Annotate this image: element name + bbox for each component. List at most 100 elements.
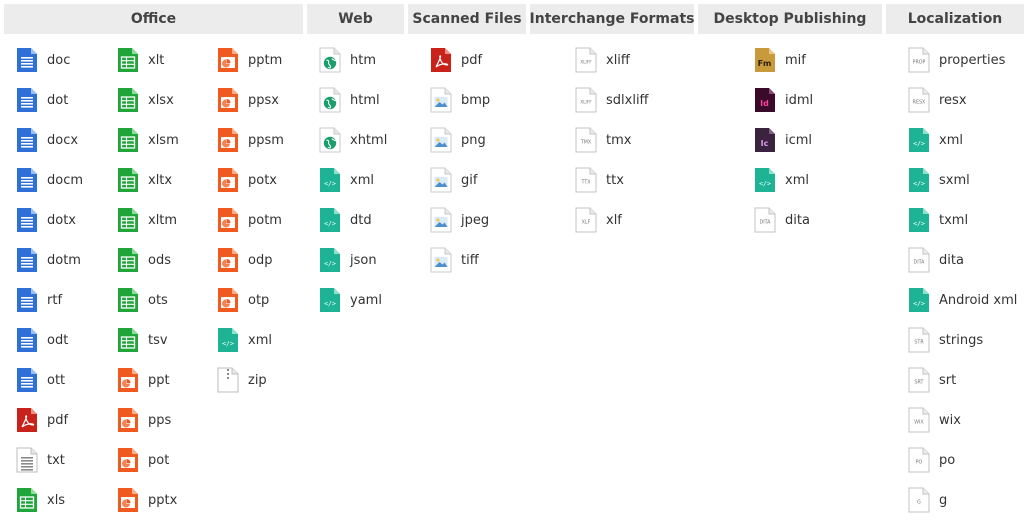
format-label: potx xyxy=(248,172,277,188)
format-item-pdf: pdf xyxy=(430,40,490,80)
format-column: pptm ppsx ppsm potx potm odp otp </> xml zip xyxy=(217,40,284,400)
format-label: xml xyxy=(248,332,272,348)
format-item-pps: pps xyxy=(117,400,179,440)
format-item-docm: docm xyxy=(16,160,83,200)
presentation-icon xyxy=(117,447,139,473)
spreadsheet-icon xyxy=(117,327,139,353)
format-label: dotx xyxy=(47,212,76,228)
format-item-dtd: </> dtd xyxy=(319,200,387,240)
format-column: XLIFF xliff XLIFF sdlxliff TMX tmx TTX ttx XLF xl… xyxy=(575,40,649,240)
format-label: jpeg xyxy=(461,212,490,228)
spreadsheet-icon xyxy=(117,247,139,273)
format-item-docx: docx xyxy=(16,120,83,160)
image-file-icon xyxy=(430,207,452,233)
format-item-xlsm: xlsm xyxy=(117,120,179,160)
format-column: htm html xhtml </> xml </> dtd </> json </> yaml xyxy=(319,40,387,320)
labeled-file-icon: PROP xyxy=(908,47,930,73)
format-label: pptx xyxy=(148,492,178,508)
format-item-gif: gif xyxy=(430,160,490,200)
svg-text:</>: </> xyxy=(759,180,771,188)
format-label: sxml xyxy=(939,172,970,188)
format-item-xml: </> xml xyxy=(319,160,387,200)
format-item-ppsm: ppsm xyxy=(217,120,284,160)
format-label: rtf xyxy=(47,292,63,308)
format-label: xml xyxy=(785,172,809,188)
svg-text:</>: </> xyxy=(222,340,234,348)
labeled-file-icon: PO xyxy=(908,447,930,473)
image-file-icon xyxy=(430,167,452,193)
pdf-icon xyxy=(16,407,38,433)
format-item-ppsx: ppsx xyxy=(217,80,284,120)
format-item-ppt: ppt xyxy=(117,360,179,400)
svg-text:PROP: PROP xyxy=(913,60,926,66)
format-label: idml xyxy=(785,92,814,108)
format-item-mif: Fm mif xyxy=(754,40,813,80)
format-item-sdlxliff: XLIFF sdlxliff xyxy=(575,80,649,120)
format-item-htm: htm xyxy=(319,40,387,80)
format-label: ppsm xyxy=(248,132,284,148)
format-item-txml: </> txml xyxy=(908,200,1017,240)
svg-text:</>: </> xyxy=(913,140,925,148)
format-label: pptm xyxy=(248,52,283,68)
format-label: dtd xyxy=(350,212,372,228)
presentation-icon xyxy=(217,167,239,193)
format-label: xhtml xyxy=(350,132,388,148)
format-label: xlsm xyxy=(148,132,179,148)
format-label: otp xyxy=(248,292,270,308)
code-file-icon: </> xyxy=(908,127,930,153)
format-label: pps xyxy=(148,412,172,428)
spreadsheet-icon xyxy=(117,207,139,233)
format-label: srt xyxy=(939,372,957,388)
format-label: ods xyxy=(148,252,171,268)
format-item-odt: odt xyxy=(16,320,83,360)
code-file-icon: </> xyxy=(908,167,930,193)
format-item-dot: dot xyxy=(16,80,83,120)
web-globe-icon xyxy=(319,47,341,73)
indesign-icon: Id xyxy=(754,87,776,113)
labeled-file-icon: XLF xyxy=(575,207,597,233)
format-label: xls xyxy=(47,492,66,508)
format-item-doc: doc xyxy=(16,40,83,80)
format-item-json: </> json xyxy=(319,240,387,280)
format-label: txml xyxy=(939,212,969,228)
presentation-icon xyxy=(217,127,239,153)
format-label: docm xyxy=(47,172,84,188)
code-file-icon: </> xyxy=(319,247,341,273)
format-label: doc xyxy=(47,52,71,68)
code-file-icon: </> xyxy=(217,327,239,353)
format-label: pdf xyxy=(461,52,483,68)
svg-text:Id: Id xyxy=(760,99,769,108)
format-label: resx xyxy=(939,92,967,108)
labeled-file-icon: RESX xyxy=(908,87,930,113)
header-interchange-formats: Interchange Formats xyxy=(530,4,694,34)
svg-text:</>: </> xyxy=(324,300,336,308)
svg-text:Ic: Ic xyxy=(761,139,769,148)
web-globe-icon xyxy=(319,127,341,153)
format-label: pdf xyxy=(47,412,69,428)
format-label: html xyxy=(350,92,380,108)
format-label: ppt xyxy=(148,372,170,388)
format-label: docx xyxy=(47,132,79,148)
svg-text:RESX: RESX xyxy=(913,100,926,106)
presentation-icon xyxy=(217,287,239,313)
svg-text:WIX: WIX xyxy=(914,420,924,426)
format-label: xlf xyxy=(606,212,622,228)
format-item-wix: WIX wix xyxy=(908,400,1017,440)
word-doc-icon xyxy=(16,167,38,193)
svg-text:SRT: SRT xyxy=(915,380,924,386)
format-label: ttx xyxy=(606,172,624,188)
presentation-icon xyxy=(217,207,239,233)
format-label: xltx xyxy=(148,172,173,188)
word-doc-icon xyxy=(16,367,38,393)
presentation-icon xyxy=(117,407,139,433)
format-item-xlt: xlt xyxy=(117,40,179,80)
format-item-jpeg: jpeg xyxy=(430,200,490,240)
format-item-xlsx: xlsx xyxy=(117,80,179,120)
format-label: bmp xyxy=(461,92,491,108)
header-web: Web xyxy=(307,4,404,34)
web-globe-icon xyxy=(319,87,341,113)
presentation-icon xyxy=(217,47,239,73)
format-label: pot xyxy=(148,452,170,468)
format-item-ods: ods xyxy=(117,240,179,280)
pdf-icon xyxy=(430,47,452,73)
